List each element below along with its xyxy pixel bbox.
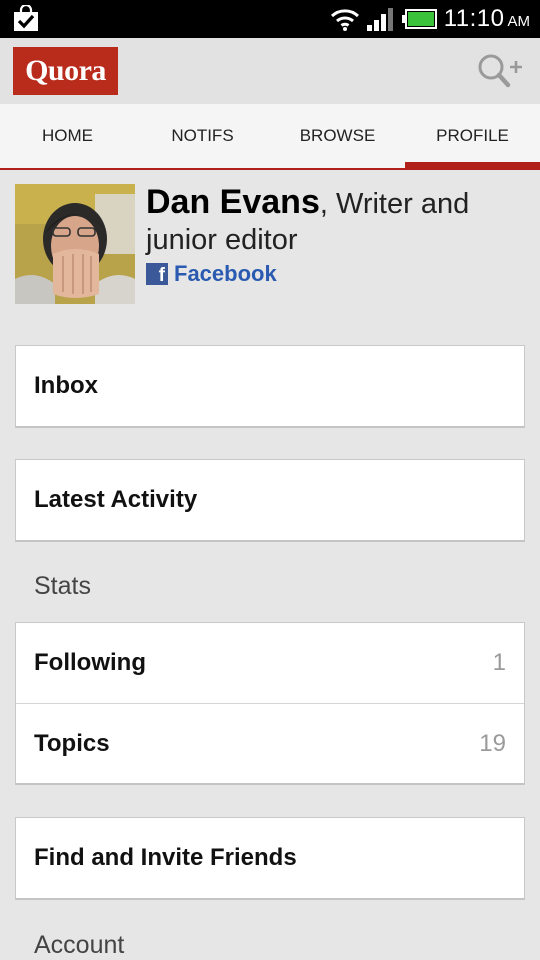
- invite-row[interactable]: Find and Invite Friends: [16, 818, 524, 898]
- stats-count: 1: [492, 649, 506, 676]
- shopping-bag-check-icon: [14, 5, 38, 31]
- tab-home[interactable]: HOME: [0, 104, 135, 168]
- stats-heading: Stats: [34, 572, 91, 600]
- status-icons: 11:10 AM: [330, 0, 530, 38]
- avatar[interactable]: [15, 184, 135, 304]
- signal-icon: [366, 8, 393, 31]
- profile-name[interactable]: Dan Evans: [146, 183, 320, 221]
- status-bar: 11:10 AM: [0, 0, 540, 38]
- facebook-icon: f: [146, 263, 168, 285]
- facebook-label: Facebook: [174, 261, 277, 286]
- latest-activity-label: Latest Activity: [34, 486, 198, 513]
- inbox-card: Inbox: [15, 345, 525, 428]
- stats-row-topics[interactable]: Topics 19: [16, 703, 524, 783]
- invite-card: Find and Invite Friends: [15, 817, 525, 900]
- inbox-row[interactable]: Inbox: [16, 346, 524, 426]
- stats-count: 19: [479, 729, 506, 757]
- profile-name-line: Dan Evans, Writer and junior editor: [146, 184, 530, 258]
- latest-activity-row[interactable]: Latest Activity: [16, 460, 524, 540]
- inbox-label: Inbox: [34, 372, 98, 399]
- tab-notifs[interactable]: NOTIFS: [135, 104, 270, 168]
- latest-activity-card: Latest Activity: [15, 459, 525, 542]
- tab-browse[interactable]: BROWSE: [270, 104, 405, 168]
- battery-icon: [401, 9, 437, 29]
- account-heading: Account: [34, 931, 125, 959]
- clock: 11:10 AM: [443, 5, 530, 32]
- tab-profile[interactable]: PROFILE: [405, 104, 540, 170]
- stats-label: Following: [34, 649, 146, 676]
- profile-info: Dan Evans, Writer and junior editor f Fa…: [146, 184, 530, 287]
- profile-header: Dan Evans, Writer and junior editor f Fa…: [15, 184, 530, 306]
- nav-tabs: HOME NOTIFS BROWSE PROFILE: [0, 104, 540, 170]
- facebook-link[interactable]: f Facebook: [146, 261, 530, 287]
- stats-label: Topics: [34, 729, 110, 757]
- avatar-photo: [15, 184, 135, 304]
- app-bar: Quora: [0, 38, 540, 104]
- invite-label: Find and Invite Friends: [34, 844, 297, 871]
- stats-card: Following 1 Topics 19: [15, 622, 525, 785]
- wifi-icon: [330, 9, 359, 31]
- stats-row-following[interactable]: Following 1: [16, 623, 524, 703]
- search-add-icon[interactable]: [474, 52, 524, 92]
- quora-logo[interactable]: Quora: [13, 47, 118, 95]
